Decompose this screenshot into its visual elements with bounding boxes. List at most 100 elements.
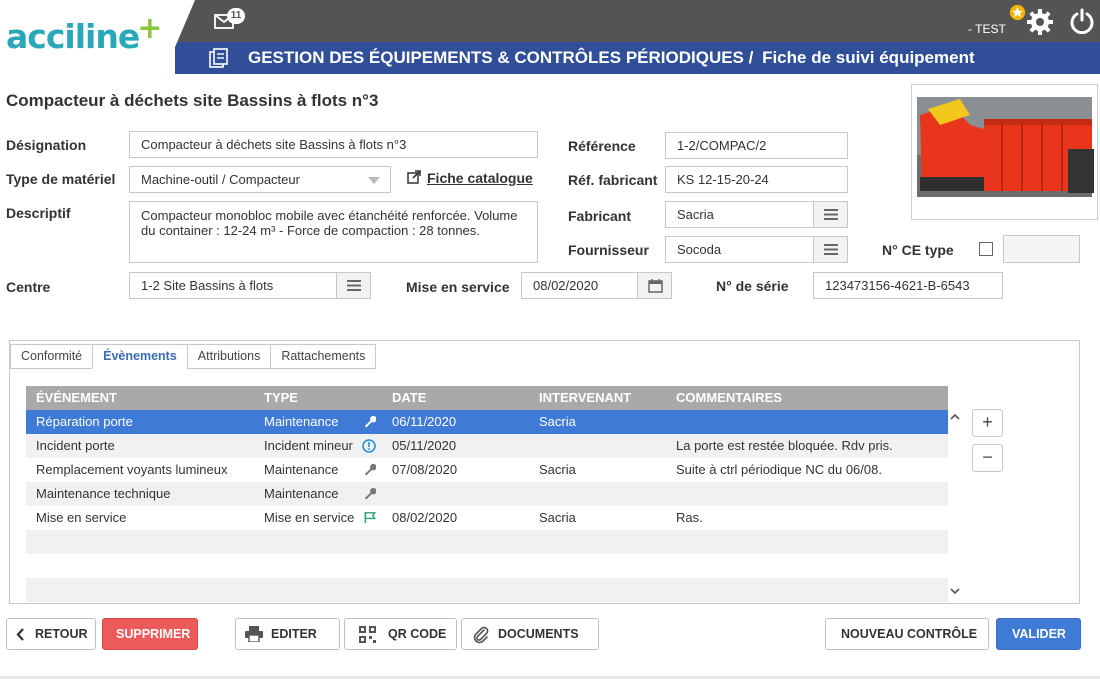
validate-button-label: VALIDER bbox=[1012, 627, 1066, 641]
reference-field[interactable]: 1-2/COMPAC/2 bbox=[665, 132, 848, 159]
validate-button[interactable]: VALIDER bbox=[996, 618, 1081, 650]
reference-label: Référence bbox=[568, 138, 636, 154]
column-header-commentaires[interactable]: COMMENTAIRES bbox=[676, 390, 782, 405]
table-row-empty bbox=[26, 530, 948, 554]
breadcrumb: GESTION DES ÉQUIPEMENTS & CONTRÔLES PÉRI… bbox=[248, 48, 975, 68]
back-button-label: RETOUR bbox=[35, 627, 88, 641]
fournisseur-field[interactable]: Socoda bbox=[665, 236, 814, 263]
tab-evenements[interactable]: Évènements bbox=[92, 344, 188, 369]
delete-button-label: SUPPRIMER bbox=[116, 627, 191, 641]
cell-evenement: Réparation porte bbox=[36, 414, 133, 429]
type-select[interactable]: Machine-outil / Compacteur bbox=[129, 166, 391, 193]
table-row[interactable]: Réparation porte Maintenance 06/11/2020 … bbox=[26, 410, 948, 434]
gear-icon[interactable] bbox=[1026, 8, 1054, 36]
column-header-evenement[interactable]: ÉVÉNEMENT bbox=[36, 390, 117, 405]
delete-button[interactable]: SUPPRIMER bbox=[102, 618, 198, 650]
ref-fabricant-label: Réf. fabricant bbox=[568, 172, 658, 188]
cell-type: Maintenance bbox=[264, 462, 339, 477]
descriptif-label: Descriptif bbox=[6, 205, 71, 221]
centre-field[interactable]: 1-2 Site Bassins à flots bbox=[129, 272, 337, 299]
printer-icon bbox=[245, 626, 263, 642]
serie-field[interactable]: 123473156-4621-B-6543 bbox=[813, 272, 1003, 299]
menu-icon bbox=[824, 244, 838, 255]
table-row[interactable]: Mise en service Mise en service 08/02/20… bbox=[26, 506, 948, 530]
table-row[interactable]: Incident porte Incident mineur 05/11/202… bbox=[26, 434, 948, 458]
cell-evenement: Maintenance technique bbox=[36, 486, 171, 501]
remove-event-button[interactable]: − bbox=[972, 444, 1003, 472]
catalogue-link[interactable]: Fiche catalogue bbox=[427, 170, 533, 186]
mise-service-field[interactable]: 08/02/2020 bbox=[521, 272, 638, 299]
table-row[interactable]: Maintenance technique Maintenance bbox=[26, 482, 948, 506]
type-label: Type de matériel bbox=[6, 171, 116, 187]
fabricant-field[interactable]: Sacria bbox=[665, 201, 814, 228]
table-header: ÉVÉNEMENT TYPE DATE INTERVENANT COMMENTA… bbox=[26, 386, 948, 410]
fabricant-label: Fabricant bbox=[568, 208, 632, 224]
fournisseur-list-button[interactable] bbox=[813, 236, 848, 263]
logo[interactable]: acciline+ bbox=[0, 0, 175, 74]
tab-conformite[interactable]: Conformité bbox=[10, 344, 94, 369]
documents-button-label: DOCUMENTS bbox=[498, 627, 579, 641]
serie-label: N° de série bbox=[716, 278, 789, 294]
top-bar bbox=[175, 0, 1100, 42]
page-title: Compacteur à déchets site Bassins à flot… bbox=[6, 91, 379, 110]
flag-icon bbox=[364, 511, 376, 524]
ce-type-checkbox[interactable] bbox=[979, 242, 993, 256]
cell-type: Maintenance bbox=[264, 414, 339, 429]
fabricant-list-button[interactable] bbox=[813, 201, 848, 228]
column-header-intervenant[interactable]: INTERVENANT bbox=[539, 390, 631, 405]
mail-count-badge: 11 bbox=[227, 8, 245, 24]
calendar-icon bbox=[648, 279, 663, 293]
new-control-button-label: NOUVEAU CONTRÔLE bbox=[841, 627, 978, 641]
wrench-icon bbox=[364, 487, 376, 500]
new-control-button[interactable]: NOUVEAU CONTRÔLE bbox=[825, 618, 989, 650]
qr-code-button-label: QR CODE bbox=[388, 627, 447, 641]
scroll-up-icon[interactable] bbox=[950, 412, 960, 422]
cell-type: Mise en service bbox=[264, 510, 355, 525]
cell-type: Maintenance bbox=[264, 486, 339, 501]
descriptif-textarea[interactable]: Compacteur monobloc mobile avec étanchéi… bbox=[129, 201, 538, 263]
equipment-icon bbox=[209, 48, 228, 68]
cell-intervenant: Sacria bbox=[539, 462, 576, 477]
cell-commentaire: Suite à ctrl périodique NC du 06/08. bbox=[676, 462, 882, 477]
documents-button[interactable]: DOCUMENTS bbox=[461, 618, 599, 650]
events-table: ÉVÉNEMENT TYPE DATE INTERVENANT COMMENTA… bbox=[26, 386, 948, 602]
table-row-empty bbox=[26, 578, 948, 602]
wrench-icon bbox=[364, 415, 376, 428]
type-select-value: Machine-outil / Compacteur bbox=[141, 172, 300, 187]
ce-type-label: N° CE type bbox=[882, 242, 954, 258]
centre-list-button[interactable] bbox=[336, 272, 371, 299]
column-header-type[interactable]: TYPE bbox=[264, 390, 298, 405]
column-header-date[interactable]: DATE bbox=[392, 390, 426, 405]
alert-circle-icon bbox=[362, 439, 376, 453]
ref-fabricant-field[interactable]: KS 12-15-20-24 bbox=[665, 166, 848, 193]
logo-text: acciline+ bbox=[6, 11, 162, 56]
back-button[interactable]: RETOUR bbox=[6, 618, 96, 650]
scroll-down-icon[interactable] bbox=[950, 586, 960, 596]
cell-type: Incident mineur bbox=[264, 438, 353, 453]
equipment-photo[interactable] bbox=[911, 84, 1098, 220]
tab-bar: Conformité Évènements Attributions Ratta… bbox=[10, 344, 377, 370]
tab-attributions[interactable]: Attributions bbox=[186, 344, 272, 369]
chevron-down-icon bbox=[368, 177, 380, 184]
table-row[interactable]: Remplacement voyants lumineux Maintenanc… bbox=[26, 458, 948, 482]
user-name[interactable]: - TEST bbox=[968, 22, 1006, 36]
designation-field[interactable]: Compacteur à déchets site Bassins à flot… bbox=[129, 131, 538, 158]
qr-code-icon bbox=[359, 626, 376, 643]
cell-date: 08/02/2020 bbox=[392, 510, 458, 525]
cell-intervenant: Sacria bbox=[539, 414, 576, 429]
calendar-button[interactable] bbox=[637, 272, 672, 299]
add-event-button[interactable]: + bbox=[972, 409, 1003, 437]
cell-intervenant: Sacria bbox=[539, 510, 576, 525]
power-icon[interactable] bbox=[1069, 8, 1095, 34]
tab-rattachements[interactable]: Rattachements bbox=[270, 344, 377, 369]
breadcrumb-sub: Fiche de suivi équipement bbox=[762, 48, 975, 67]
wrench-icon bbox=[364, 463, 376, 476]
edit-button[interactable]: EDITER bbox=[235, 618, 340, 650]
breadcrumb-main[interactable]: GESTION DES ÉQUIPEMENTS & CONTRÔLES PÉRI… bbox=[248, 48, 753, 67]
qr-code-button[interactable]: QR CODE bbox=[344, 618, 457, 650]
paperclip-icon bbox=[473, 626, 489, 644]
external-link-icon bbox=[407, 170, 421, 184]
ce-type-field[interactable] bbox=[1003, 235, 1080, 263]
cell-evenement: Incident porte bbox=[36, 438, 115, 453]
edit-button-label: EDITER bbox=[271, 627, 317, 641]
